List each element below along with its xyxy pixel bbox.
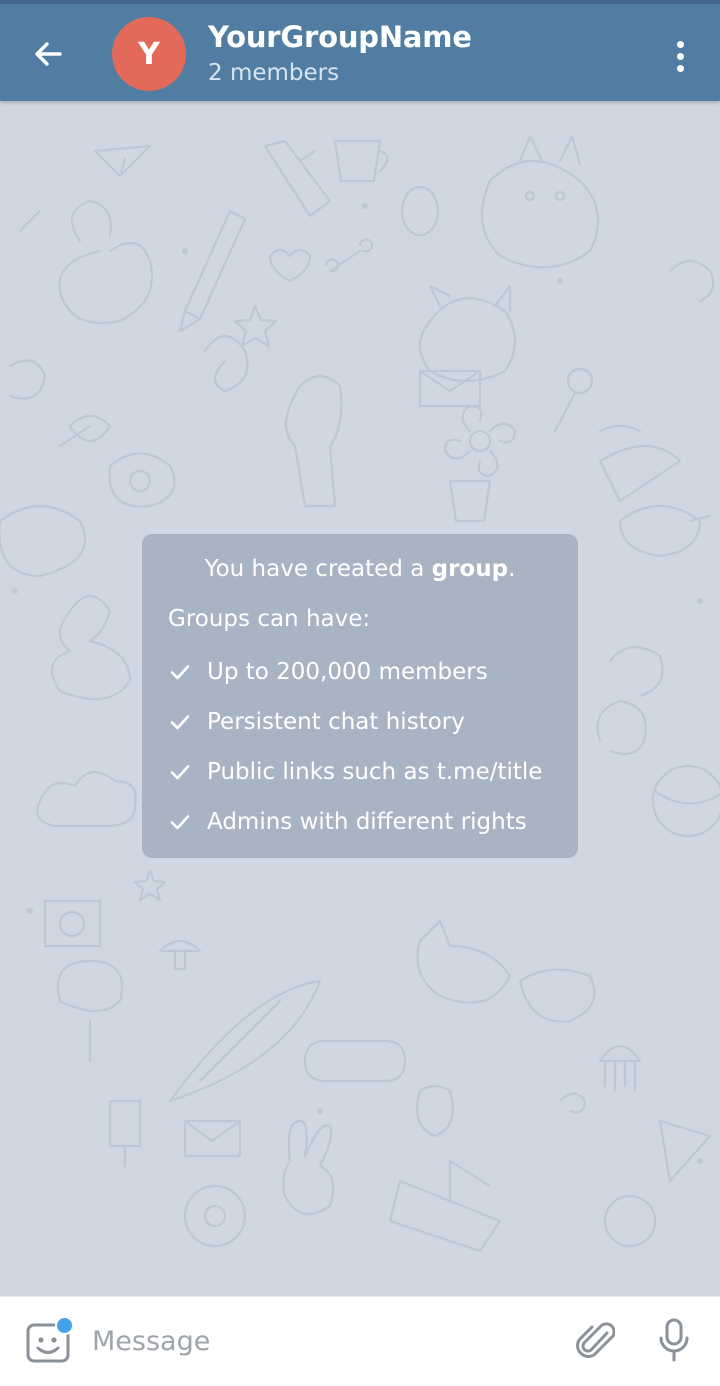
features-heading: Groups can have:: [168, 606, 371, 632]
check-icon: [168, 760, 192, 784]
check-icon: [168, 710, 192, 734]
arrow-left-icon: [35, 42, 62, 66]
more-menu-button[interactable]: [660, 32, 700, 80]
sticker-badge: [55, 1316, 74, 1335]
group-title[interactable]: YourGroupName: [208, 20, 472, 54]
group-avatar[interactable]: Y: [112, 17, 186, 91]
message-input-bar: [0, 1296, 720, 1386]
feature-item: Persistent chat history: [168, 706, 465, 738]
back-button[interactable]: [22, 28, 74, 80]
feature-item: Public links such as t.me/title: [168, 756, 542, 788]
paperclip-icon: [576, 1322, 615, 1358]
chat-area[interactable]: You have created a group. Groups can hav…: [0, 101, 720, 1296]
check-icon: [168, 810, 192, 834]
more-vertical-icon: [676, 40, 684, 48]
chat-header: Y YourGroupName 2 members: [0, 0, 720, 101]
created-message: You have created a group.: [204, 556, 516, 582]
message-input[interactable]: [92, 1317, 542, 1365]
microphone-icon: [659, 1318, 689, 1362]
feature-item: Up to 200,000 members: [168, 656, 488, 688]
sticker-button[interactable]: [24, 1316, 74, 1367]
member-count: 2 members: [208, 60, 340, 86]
feature-item: Admins with different rights: [168, 806, 527, 838]
group-created-info: You have created a group. Groups can hav…: [142, 534, 578, 858]
voice-record-button[interactable]: [652, 1315, 696, 1365]
attach-button[interactable]: [572, 1315, 618, 1365]
check-icon: [168, 660, 192, 684]
